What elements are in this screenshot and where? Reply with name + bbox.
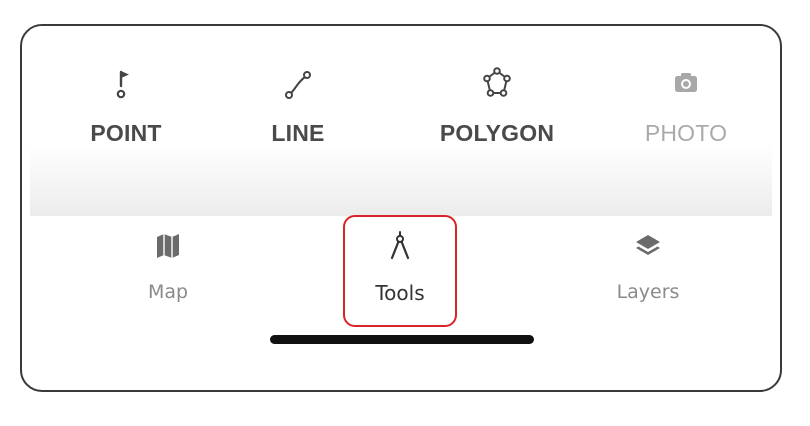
map-icon <box>157 234 179 258</box>
home-indicator <box>270 335 534 344</box>
layers-icon <box>636 235 660 255</box>
camera-icon <box>675 73 697 92</box>
active-tab-highlight <box>343 215 457 327</box>
tool-panel: POINT LINE POLYGON PHOTO <box>30 26 772 216</box>
point-tool-button[interactable]: POINT <box>36 66 216 147</box>
line-tool-label: LINE <box>271 120 325 146</box>
line-tool-button[interactable]: LINE <box>208 66 388 147</box>
point-flag-icon <box>116 70 129 99</box>
polygon-icon <box>483 67 511 97</box>
tab-layers-label: Layers <box>616 281 680 303</box>
line-icon <box>285 71 311 99</box>
photo-tool-label: PHOTO <box>644 120 728 146</box>
photo-tool-button[interactable]: PHOTO <box>596 66 776 147</box>
tab-layers[interactable]: Layers <box>568 231 728 303</box>
bottom-sheet: POINT LINE POLYGON PHOTO Map Tools Layer… <box>20 24 782 392</box>
polygon-tool-label: POLYGON <box>439 120 555 146</box>
tab-map[interactable]: Map <box>88 231 248 303</box>
tab-map-label: Map <box>147 281 189 303</box>
point-tool-label: POINT <box>90 120 162 146</box>
polygon-tool-button[interactable]: POLYGON <box>407 66 587 147</box>
